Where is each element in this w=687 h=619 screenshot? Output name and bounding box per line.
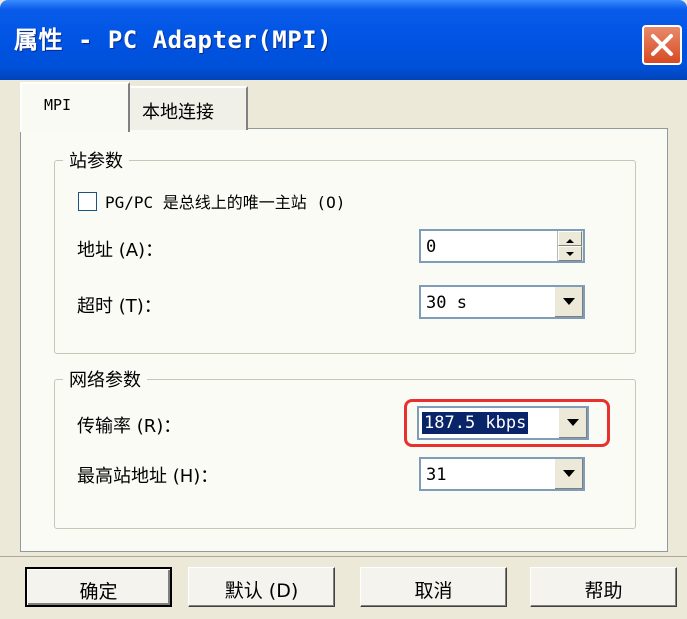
- network-params-legend: 网络参数: [63, 366, 147, 392]
- tab-mpi-label: MPI: [44, 96, 72, 114]
- tab-local-connection-label: 本地连接: [142, 102, 214, 123]
- tab-mpi[interactable]: MPI: [20, 82, 130, 132]
- timeout-dropdown-button[interactable]: [553, 287, 583, 317]
- timeout-dropdown[interactable]: 30 s: [419, 285, 585, 319]
- timeout-label: 超时 (T)：: [77, 296, 162, 317]
- default-button[interactable]: 默认 (D): [188, 567, 335, 607]
- button-divider: [0, 556, 687, 557]
- ok-button[interactable]: 确定: [25, 567, 172, 607]
- properties-dialog: 属性 - PC Adapter(MPI) 站参数 PG/PC 是总线上的唯一主站…: [0, 0, 687, 619]
- address-spinner: [557, 231, 583, 261]
- close-icon: [651, 34, 673, 56]
- address-label: 地址 (A)：: [77, 240, 164, 261]
- chevron-down-icon: [563, 298, 575, 305]
- only-master-checkbox[interactable]: [78, 192, 97, 211]
- only-master-label: PG/PC 是总线上的唯一主站 (O): [105, 193, 346, 212]
- spin-down-button[interactable]: [558, 246, 582, 261]
- ok-button-label: 确定: [79, 581, 118, 603]
- spin-down-icon: [566, 252, 574, 256]
- highlight-annotation: [404, 399, 610, 447]
- title-bar[interactable]: 属性 - PC Adapter(MPI): [0, 0, 687, 80]
- spin-up-icon: [566, 239, 574, 243]
- help-button[interactable]: 帮助: [530, 567, 677, 607]
- cancel-button-label: 取消: [414, 580, 453, 602]
- station-params-legend: 站参数: [63, 147, 129, 173]
- tab-local-connection[interactable]: 本地连接: [128, 86, 248, 130]
- highest-address-dropdown-button[interactable]: [553, 459, 583, 489]
- close-button[interactable]: [642, 25, 682, 65]
- chevron-down-icon: [563, 470, 575, 477]
- transmission-rate-label: 传输率 (R)：: [77, 416, 182, 437]
- cancel-button[interactable]: 取消: [360, 567, 507, 607]
- highest-address-value: 31: [426, 465, 447, 485]
- default-button-label: 默认 (D): [224, 580, 299, 602]
- address-spinbox[interactable]: 0: [419, 229, 585, 263]
- help-button-label: 帮助: [584, 580, 623, 602]
- spin-up-button[interactable]: [558, 231, 582, 246]
- address-value: 0: [426, 237, 437, 257]
- window-title: 属性 - PC Adapter(MPI): [14, 26, 333, 54]
- timeout-value: 30 s: [426, 293, 467, 313]
- highest-address-label: 最高站地址 (H)：: [77, 466, 219, 487]
- tab-panel: 站参数 PG/PC 是总线上的唯一主站 (O) 地址 (A)： 0 超时 (T)…: [20, 128, 668, 552]
- highest-address-dropdown[interactable]: 31: [419, 457, 585, 491]
